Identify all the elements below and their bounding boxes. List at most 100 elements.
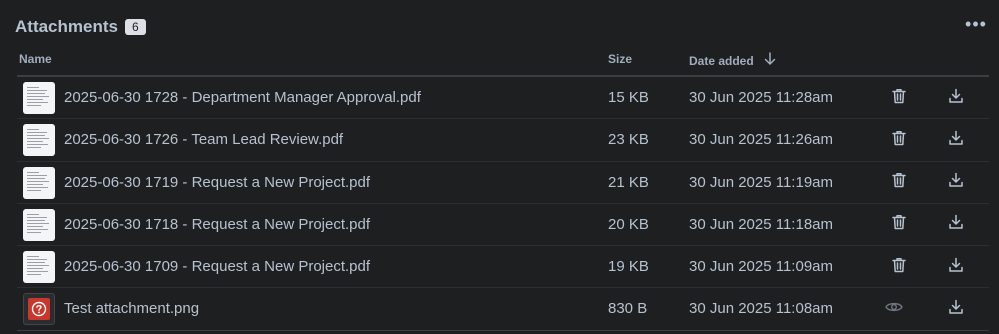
table-row: 2025-06-30 1728 - Department Manager App… [17,77,989,120]
section-title: Attachments [15,17,118,36]
date-added: 30 Jun 2025 11:09am [689,258,834,276]
file-thumbnail[interactable] [23,82,55,114]
download-icon [948,88,964,109]
thumbnail-text-line [27,259,47,261]
trash-icon [892,88,906,109]
file-thumbnail[interactable] [23,166,55,199]
thumbnail-text-line [27,141,43,143]
download-icon [948,172,964,193]
attachment-count-badge: 6 [124,19,146,35]
file-thumbnail[interactable] [23,293,55,326]
thumbnail-text-line [27,132,47,134]
table-row: 2025-06-30 1709 - Request a New Project.… [17,246,989,289]
thumbnail-text-line [27,213,39,215]
column-header-size[interactable]: Size [608,52,632,66]
column-header-name[interactable]: Name [19,52,52,66]
file-size: 19 KB [608,258,649,276]
table-body: 2025-06-30 1728 - Department Manager App… [17,77,989,331]
delete-button[interactable] [888,214,910,236]
date-added: 30 Jun 2025 11:28am [689,89,834,106]
thumbnail-text-line [27,105,41,106]
download-button[interactable] [945,129,967,151]
download-button[interactable] [945,172,967,194]
file-size: 15 KB [608,89,649,106]
date-added: 30 Jun 2025 11:19am [689,173,834,191]
thumbnail-text-line [27,99,43,100]
file-thumbnail[interactable] [23,208,55,241]
file-name[interactable]: 2025-06-30 1719 - Request a New Project.… [64,174,370,191]
download-icon [948,299,964,320]
download-icon [948,130,964,151]
thumbnail-text-line [27,171,39,173]
attachments-table: Name Size Date added 2025-06-30 1728 - D… [17,44,989,331]
download-icon [948,257,964,278]
arrow-down-icon [764,52,776,69]
delete-button[interactable] [888,129,910,151]
thumbnail-text-line [27,96,49,97]
date-added: 30 Jun 2025 11:18am [689,215,834,233]
table-row: 2025-06-30 1718 - Request a New Project.… [17,204,989,247]
thumbnail-text-line [27,222,49,224]
thumbnail-text-line [27,225,43,227]
thumbnail-text-line [27,138,49,140]
file-size: 23 KB [608,131,649,149]
thumbnail-text-line [27,216,47,218]
delete-button[interactable] [888,172,910,194]
more-options-button[interactable]: ••• [965,14,987,36]
download-button[interactable] [945,87,967,109]
file-thumbnail[interactable] [23,124,55,157]
thumbnail-text-line [27,129,39,131]
date-added: 30 Jun 2025 11:26am [689,131,834,149]
column-header-date-added[interactable]: Date added [689,52,776,69]
table-row: 2025-06-30 1719 - Request a New Project.… [17,162,989,204]
thumbnail-text-line [27,93,45,94]
thumbnail-text-line [27,186,48,188]
more-horizontal-icon: ••• [965,14,987,34]
thumbnail-text-line [27,256,39,258]
trash-icon [892,257,906,278]
thumbnail-text-line [27,174,47,176]
download-button[interactable] [945,214,967,236]
thumbnail-text-line [27,274,41,276]
thumbnail-text-line [27,90,47,91]
eye-icon [885,300,903,319]
file-size: 21 KB [608,173,649,191]
thumbnail-text-line [27,262,45,264]
broken-image-icon [28,298,50,321]
trash-icon [892,172,906,193]
file-name[interactable]: 2025-06-30 1718 - Request a New Project.… [64,216,370,233]
file-thumbnail[interactable] [23,251,55,284]
thumbnail-text-line [27,144,48,146]
thumbnail-text-line [27,271,48,273]
trash-icon [892,130,906,151]
thumbnail-text-line [27,219,45,221]
thumbnail-text-line [27,268,43,270]
preview-button[interactable] [883,298,905,320]
delete-button[interactable] [888,256,910,278]
thumbnail-text-line [27,102,48,103]
delete-button[interactable] [888,87,910,109]
thumbnail-text-line [27,265,49,267]
file-name[interactable]: Test attachment.png [64,300,199,317]
download-button[interactable] [945,298,967,320]
thumbnail-text-line [27,189,41,191]
date-added: 30 Jun 2025 11:08am [689,300,834,318]
attachments-header: Attachments 6 [15,16,146,38]
table-header: Name Size Date added [17,44,989,77]
file-size: 20 KB [608,215,649,233]
thumbnail-text-line [27,147,41,149]
column-header-date-label: Date added [689,53,754,68]
thumbnail-text-line [27,183,43,185]
file-name[interactable]: 2025-06-30 1728 - Department Manager App… [64,89,421,106]
thumbnail-text-line [27,180,49,182]
download-button[interactable] [945,256,967,278]
table-row: 2025-06-30 1726 - Team Lead Review.pdf 2… [17,119,989,162]
file-name[interactable]: 2025-06-30 1726 - Team Lead Review.pdf [64,131,343,148]
trash-icon [892,214,906,235]
thumbnail-text-line [27,231,41,233]
table-row: Test attachment.png 830 B 30 Jun 2025 11… [17,288,989,331]
file-name[interactable]: 2025-06-30 1709 - Request a New Project.… [64,258,370,275]
thumbnail-text-line [27,87,39,88]
file-size: 830 B [608,300,648,318]
thumbnail-text-line [27,228,48,230]
